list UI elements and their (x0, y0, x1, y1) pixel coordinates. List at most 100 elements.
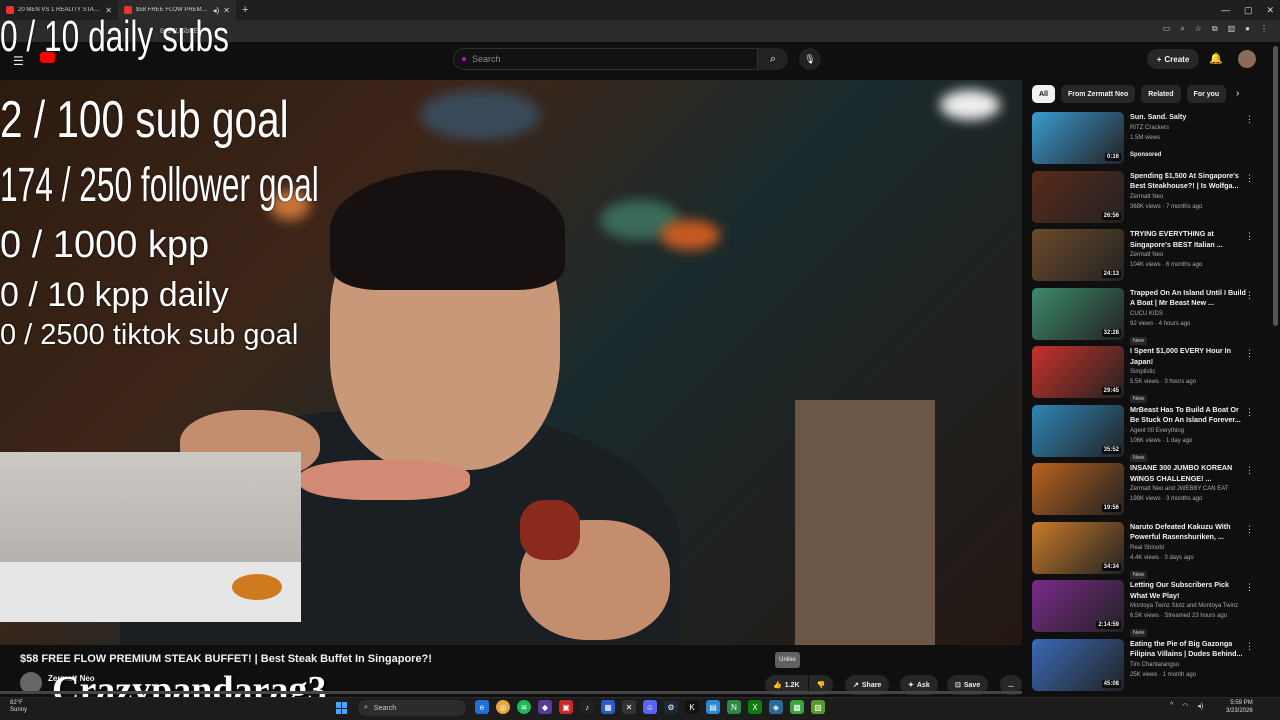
recommendation-item[interactable]: 26:56 Spending $1,500 At Singapore's Bes… (1032, 170, 1256, 230)
more-options-icon[interactable]: ⋮ (1245, 582, 1254, 593)
chip-related[interactable]: Related (1141, 85, 1181, 103)
voice-search-button[interactable]: 🎙 (799, 48, 821, 70)
recommendation-title[interactable]: MrBeast Has To Build A Boat Or Be Stuck … (1130, 405, 1256, 426)
app-icon[interactable]: ◈ (769, 700, 783, 714)
more-options-icon[interactable]: ⋮ (1245, 641, 1254, 652)
spotify-icon[interactable]: ≋ (517, 700, 531, 714)
recommendation-title[interactable]: I Spent $1,000 EVERY Hour In Japan! (1130, 346, 1256, 367)
more-options-icon[interactable]: ⋮ (1245, 231, 1254, 242)
video-progress-bar[interactable] (0, 691, 1022, 694)
chip-all[interactable]: All (1032, 85, 1055, 103)
page-scrollbar[interactable] (1273, 46, 1278, 326)
recommendation-title[interactable]: Sun. Sand. Salty (1130, 112, 1256, 123)
taskbar-search[interactable]: ⌕ Search (358, 700, 466, 716)
recommendation-channel[interactable]: Tim Chantarangsu (1130, 660, 1256, 670)
steam-icon[interactable]: ⚙ (664, 700, 678, 714)
kick-icon[interactable]: K (685, 700, 699, 714)
tray-chevron-icon[interactable]: ^ (1170, 702, 1173, 710)
video-thumbnail[interactable]: 34:34 (1032, 521, 1124, 574)
recommendation-channel[interactable]: RITZ Crackers (1130, 123, 1256, 133)
recommendation-item[interactable]: 45:08 Eating the Pie of Big Gazonga Fili… (1032, 638, 1256, 698)
files-icon[interactable]: ▤ (706, 700, 720, 714)
recommendation-item[interactable]: 34:34 Naruto Defeated Kakuzu With Powerf… (1032, 521, 1256, 581)
recommendation-channel[interactable]: Zermatt Neo (1130, 250, 1256, 260)
extensions-icon[interactable]: ⧉ (1212, 24, 1218, 34)
create-button[interactable]: + Create (1147, 49, 1199, 69)
more-options-icon[interactable]: ⋮ (1245, 407, 1254, 418)
recommendation-channel[interactable]: Simplistic (1130, 367, 1256, 377)
recommendation-channel[interactable]: Zermatt Neo (1130, 192, 1256, 202)
recommendation-title[interactable]: Spending $1,500 At Singapore's Best Stea… (1130, 171, 1256, 192)
browser-app-icon[interactable]: ◆ (538, 700, 552, 714)
chrome-icon[interactable]: ◎ (496, 700, 510, 714)
video-thumbnail[interactable]: 26:56 (1032, 170, 1124, 223)
notifications-bell-icon[interactable]: 🔔 (1209, 52, 1223, 65)
search-button[interactable]: ⌕ (758, 48, 788, 70)
recommendation-channel[interactable]: CUCU KIDS (1130, 309, 1256, 319)
minimize-icon[interactable]: — (1221, 5, 1230, 15)
recommendation-item[interactable]: 19:56 INSANE 300 JUMBO KOREAN WINGS CHAL… (1032, 463, 1256, 522)
video-thumbnail[interactable]: 0:16 (1032, 112, 1124, 164)
media-app-icon[interactable]: ▣ (559, 700, 573, 714)
discord-icon[interactable]: ☺ (643, 700, 657, 714)
recommendation-channel[interactable]: Real Shinobi (1130, 543, 1256, 553)
more-options-icon[interactable]: ⋮ (1245, 114, 1254, 125)
cast-icon[interactable]: ▭ (1163, 24, 1171, 34)
more-options-icon[interactable]: ⋮ (1245, 173, 1254, 184)
video-duration: 29:45 (1101, 387, 1121, 395)
video-thumbnail[interactable]: 19:56 (1032, 463, 1124, 515)
more-options-icon[interactable]: ⋮ (1245, 290, 1254, 301)
obs-icon[interactable]: N (727, 700, 741, 714)
recommendation-item[interactable]: 0:16 Sun. Sand. Salty RITZ Crackers 1.5M… (1032, 112, 1256, 171)
recommendation-item[interactable]: 32:28 Trapped On An Island Until I Build… (1032, 287, 1256, 347)
video-thumbnail[interactable]: 29:45 (1032, 346, 1124, 398)
recommendation-channel[interactable]: Zermatt Neo and JWEBBY CAN EAT (1130, 484, 1256, 494)
recommendation-title[interactable]: Trapped On An Island Until I Build A Boa… (1130, 288, 1256, 309)
browser-menu-icon[interactable]: ⋮ (1260, 24, 1268, 34)
account-avatar[interactable] (1238, 50, 1256, 68)
recommendation-item[interactable]: 29:45 I Spent $1,000 EVERY Hour In Japan… (1032, 346, 1256, 405)
recommendation-title[interactable]: INSANE 300 JUMBO KOREAN WINGS CHALLENGE!… (1130, 463, 1256, 484)
recommendation-title[interactable]: Eating the Pie of Big Gazonga Filipina V… (1130, 639, 1256, 660)
weather-widget[interactable]: 82°F Sunny (10, 700, 27, 714)
recommendation-item[interactable]: 35:52 MrBeast Has To Build A Boat Or Be … (1032, 404, 1256, 464)
chip-for-you[interactable]: For you (1186, 85, 1227, 103)
star-icon[interactable]: ☆ (1195, 24, 1202, 34)
recommendation-title[interactable]: Naruto Defeated Kakuzu With Powerful Ras… (1130, 522, 1256, 543)
zoom-icon[interactable]: ⌕ (1180, 24, 1184, 34)
recommendation-item[interactable]: 2:14:59 Letting Our Subscribers Pick Wha… (1032, 580, 1256, 639)
search-input[interactable]: Search (453, 48, 758, 70)
more-options-icon[interactable]: ⋮ (1245, 524, 1254, 535)
minecraft-icon[interactable]: ▧ (811, 700, 825, 714)
recommendation-channel[interactable]: Agent 00 Everything (1130, 426, 1256, 436)
recommendation-meta: Eating the Pie of Big Gazonga Filipina V… (1130, 639, 1256, 698)
recommendation-title[interactable]: Letting Our Subscribers Pick What We Pla… (1130, 580, 1256, 601)
maximize-icon[interactable]: ▢ (1244, 5, 1253, 16)
video-thumbnail[interactable]: 2:14:59 (1032, 580, 1124, 632)
taskbar-clock[interactable]: 5:59 PM 3/23/2026 (1226, 699, 1253, 715)
wifi-icon[interactable]: ◠ (1182, 702, 1188, 710)
chevron-right-icon[interactable]: › (1236, 88, 1239, 99)
tiktok-icon[interactable]: ♪ (580, 700, 594, 714)
video-thumbnail[interactable]: 35:52 (1032, 404, 1124, 457)
video-thumbnail[interactable]: 24:13 (1032, 229, 1124, 281)
recommendation-item[interactable]: 24:13 TRYING EVERYTHING at Singapore's B… (1032, 229, 1256, 288)
edge-icon[interactable]: e (475, 700, 489, 714)
close-window-icon[interactable]: ✕ (1266, 5, 1274, 16)
start-button-icon[interactable] (336, 702, 348, 714)
store-icon[interactable]: ▦ (601, 700, 615, 714)
new-tab-button[interactable]: + (236, 4, 254, 16)
xbox-icon[interactable]: X (748, 700, 762, 714)
video-thumbnail[interactable]: 45:08 (1032, 638, 1124, 691)
video-thumbnail[interactable]: 32:28 (1032, 287, 1124, 340)
more-options-icon[interactable]: ⋮ (1245, 348, 1254, 359)
recommendation-channel[interactable]: Montoya Twinz Slotz and Montoya Twinz (1130, 601, 1256, 611)
chip-from-channel[interactable]: From Zermatt Neo (1060, 85, 1136, 103)
profile-icon[interactable]: ● (1245, 24, 1250, 34)
x-app-icon[interactable]: ✕ (622, 700, 636, 714)
more-options-icon[interactable]: ⋮ (1245, 465, 1254, 476)
recommendation-title[interactable]: TRYING EVERYTHING at Singapore's BEST It… (1130, 229, 1256, 250)
volume-icon[interactable]: ◂) (1197, 702, 1203, 710)
game-icon[interactable]: ▩ (790, 700, 804, 714)
sidebar-icon[interactable]: ▥ (1228, 24, 1236, 34)
